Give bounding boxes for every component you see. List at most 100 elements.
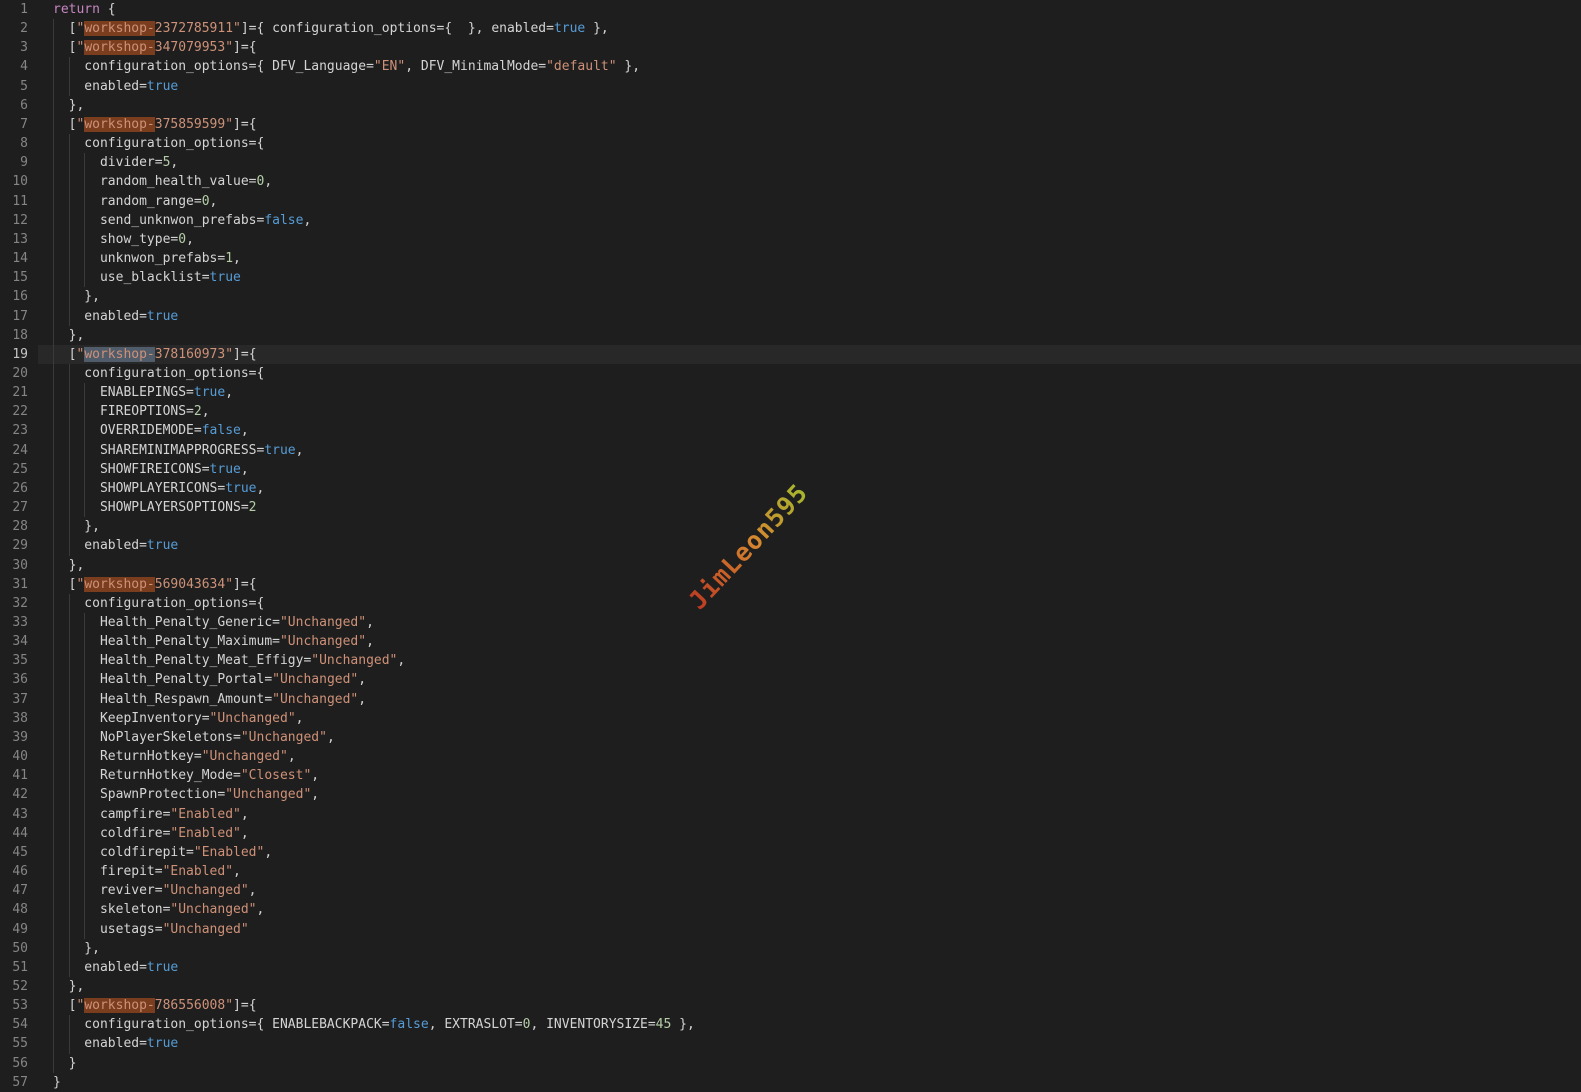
code-line[interactable]: ENABLEPINGS=true, [38, 383, 1581, 402]
line-number[interactable]: 18 [0, 326, 38, 345]
code-line[interactable]: configuration_options={ [38, 364, 1581, 383]
code-line[interactable]: ReturnHotkey="Unchanged", [38, 747, 1581, 766]
line-number[interactable]: 16 [0, 287, 38, 306]
line-number[interactable]: 46 [0, 862, 38, 881]
line-number[interactable]: 23 [0, 421, 38, 440]
code-line[interactable]: }, [38, 517, 1581, 536]
line-number[interactable]: 40 [0, 747, 38, 766]
code-line[interactable]: random_range=0, [38, 192, 1581, 211]
code-line[interactable]: Health_Penalty_Generic="Unchanged", [38, 613, 1581, 632]
line-number[interactable]: 11 [0, 192, 38, 211]
code-line[interactable]: coldfirepit="Enabled", [38, 843, 1581, 862]
line-number[interactable]: 54 [0, 1015, 38, 1034]
line-number[interactable]: 30 [0, 556, 38, 575]
line-number[interactable]: 51 [0, 958, 38, 977]
code-line[interactable]: Health_Respawn_Amount="Unchanged", [38, 690, 1581, 709]
code-line[interactable]: }, [38, 96, 1581, 115]
line-number[interactable]: 36 [0, 670, 38, 689]
line-number[interactable]: 35 [0, 651, 38, 670]
code-line[interactable]: ["workshop-786556008"]={ [38, 996, 1581, 1015]
code-line[interactable]: ["workshop-569043634"]={ [38, 575, 1581, 594]
code-line[interactable]: configuration_options={ DFV_Language="EN… [38, 57, 1581, 76]
code-line[interactable]: ["workshop-347079953"]={ [38, 38, 1581, 57]
line-number[interactable]: 42 [0, 785, 38, 804]
line-number[interactable]: 55 [0, 1034, 38, 1053]
line-number[interactable]: 28 [0, 517, 38, 536]
line-number[interactable]: 10 [0, 172, 38, 191]
line-number[interactable]: 17 [0, 307, 38, 326]
line-number[interactable]: 45 [0, 843, 38, 862]
line-number[interactable]: 37 [0, 690, 38, 709]
code-line[interactable]: }, [38, 556, 1581, 575]
code-line[interactable]: SHOWPLAYERSOPTIONS=2 [38, 498, 1581, 517]
line-number[interactable]: 48 [0, 900, 38, 919]
code-line[interactable]: usetags="Unchanged" [38, 920, 1581, 939]
line-number[interactable]: 52 [0, 977, 38, 996]
line-number[interactable]: 29 [0, 536, 38, 555]
code-line[interactable]: KeepInventory="Unchanged", [38, 709, 1581, 728]
code-line[interactable]: divider=5, [38, 153, 1581, 172]
code-line[interactable]: return { [38, 0, 1581, 19]
code-line[interactable]: SHAREMINIMAPPROGRESS=true, [38, 441, 1581, 460]
line-number[interactable]: 56 [0, 1054, 38, 1073]
line-number[interactable]: 14 [0, 249, 38, 268]
code-line[interactable]: }, [38, 287, 1581, 306]
line-number[interactable]: 8 [0, 134, 38, 153]
line-number[interactable]: 19 [0, 345, 38, 364]
line-number[interactable]: 2 [0, 19, 38, 38]
code-line[interactable]: enabled=true [38, 77, 1581, 96]
code-line[interactable]: campfire="Enabled", [38, 805, 1581, 824]
line-number[interactable]: 12 [0, 211, 38, 230]
line-number[interactable]: 15 [0, 268, 38, 287]
code-line[interactable]: random_health_value=0, [38, 172, 1581, 191]
code-line[interactable]: Health_Penalty_Meat_Effigy="Unchanged", [38, 651, 1581, 670]
line-number[interactable]: 13 [0, 230, 38, 249]
code-line[interactable]: }, [38, 326, 1581, 345]
line-number[interactable]: 1 [0, 0, 38, 19]
code-line[interactable]: configuration_options={ ENABLEBACKPACK=f… [38, 1015, 1581, 1034]
code-line[interactable]: coldfire="Enabled", [38, 824, 1581, 843]
code-line[interactable]: } [38, 1073, 1581, 1092]
line-number[interactable]: 53 [0, 996, 38, 1015]
line-number[interactable]: 39 [0, 728, 38, 747]
code-line[interactable]: enabled=true [38, 1034, 1581, 1053]
line-number[interactable]: 5 [0, 77, 38, 96]
line-number[interactable]: 7 [0, 115, 38, 134]
line-number[interactable]: 31 [0, 575, 38, 594]
line-number[interactable]: 6 [0, 96, 38, 115]
code-line[interactable]: Health_Penalty_Portal="Unchanged", [38, 670, 1581, 689]
code-line[interactable]: ["workshop-2372785911"]={ configuration_… [38, 19, 1581, 38]
code-line[interactable]: reviver="Unchanged", [38, 881, 1581, 900]
code-line[interactable]: configuration_options={ [38, 134, 1581, 153]
code-line[interactable]: send_unknwon_prefabs=false, [38, 211, 1581, 230]
line-number[interactable]: 4 [0, 57, 38, 76]
line-number[interactable]: 3 [0, 38, 38, 57]
line-number[interactable]: 33 [0, 613, 38, 632]
line-number[interactable]: 49 [0, 920, 38, 939]
code-line[interactable]: }, [38, 977, 1581, 996]
line-number[interactable]: 21 [0, 383, 38, 402]
code-line[interactable]: show_type=0, [38, 230, 1581, 249]
line-number[interactable]: 9 [0, 153, 38, 172]
code-line[interactable]: }, [38, 939, 1581, 958]
line-number[interactable]: 57 [0, 1073, 38, 1092]
code-line[interactable]: configuration_options={ [38, 594, 1581, 613]
code-line[interactable]: NoPlayerSkeletons="Unchanged", [38, 728, 1581, 747]
line-number[interactable]: 20 [0, 364, 38, 383]
code-line[interactable]: SHOWPLAYERICONS=true, [38, 479, 1581, 498]
code-line[interactable]: enabled=true [38, 536, 1581, 555]
code-line[interactable]: enabled=true [38, 307, 1581, 326]
line-number[interactable]: 43 [0, 805, 38, 824]
line-number[interactable]: 41 [0, 766, 38, 785]
code-line[interactable]: skeleton="Unchanged", [38, 900, 1581, 919]
line-number[interactable]: 26 [0, 479, 38, 498]
line-number[interactable]: 50 [0, 939, 38, 958]
code-line[interactable]: Health_Penalty_Maximum="Unchanged", [38, 632, 1581, 651]
code-line[interactable]: } [38, 1054, 1581, 1073]
line-number[interactable]: 25 [0, 460, 38, 479]
code-line[interactable]: ["workshop-378160973"]={ [38, 345, 1581, 364]
code-line[interactable]: use_blacklist=true [38, 268, 1581, 287]
code-line[interactable]: enabled=true [38, 958, 1581, 977]
line-number[interactable]: 34 [0, 632, 38, 651]
code-line[interactable]: SHOWFIREICONS=true, [38, 460, 1581, 479]
